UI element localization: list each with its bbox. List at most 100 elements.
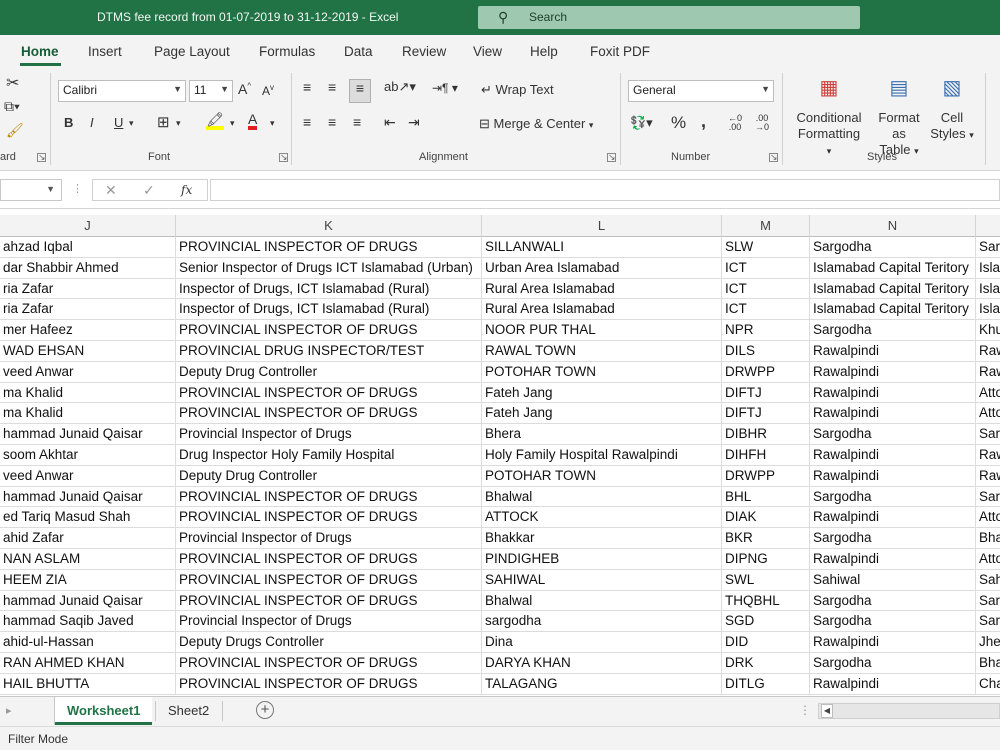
table-cell[interactable]: ATTOCK — [482, 507, 722, 528]
align-left-icon[interactable]: ≡ — [303, 114, 311, 130]
table-cell[interactable]: DARYA KHAN — [482, 653, 722, 673]
column-header-j[interactable]: J — [0, 215, 176, 237]
table-cell[interactable]: hammad Junaid Qaisar — [0, 424, 176, 445]
table-cell[interactable]: Sah — [976, 570, 1000, 590]
table-cell[interactable]: Raw — [976, 466, 1000, 486]
cancel-icon[interactable]: ✕ — [105, 182, 117, 199]
table-cell[interactable]: DIHFH — [722, 445, 810, 465]
table-cell[interactable]: Bhakkar — [482, 528, 722, 549]
table-cell[interactable]: PROVINCIAL INSPECTOR OF DRUGS — [176, 653, 482, 673]
table-cell[interactable]: DITLG — [722, 673, 810, 694]
bold-button[interactable]: B — [64, 115, 73, 130]
column-header-o[interactable] — [976, 215, 1000, 237]
table-cell[interactable]: Isla — [976, 258, 1000, 278]
table-cell[interactable]: RAWAL TOWN — [482, 341, 722, 361]
table-cell[interactable]: Rawalpindi — [810, 341, 976, 361]
table-cell[interactable]: Bhera — [482, 424, 722, 445]
tab-split-grip-icon[interactable]: ⋮ — [799, 703, 811, 717]
table-cell[interactable]: ahid Zafar — [0, 528, 176, 549]
sheet-tab-sheet2[interactable]: Sheet2 — [156, 697, 221, 725]
font-size-select[interactable]: 11 ▼ — [189, 80, 233, 102]
table-cell[interactable]: Raw — [976, 362, 1000, 382]
table-cell[interactable]: PROVINCIAL INSPECTOR OF DRUGS — [176, 382, 482, 403]
table-cell[interactable]: Rawalpindi — [810, 361, 976, 382]
table-cell[interactable]: ICT — [722, 299, 810, 320]
alignment-launcher-icon[interactable]: ↘ — [607, 153, 616, 162]
table-cell[interactable]: TALAGANG — [482, 673, 722, 694]
clipboard-launcher-icon[interactable]: ↘ — [37, 153, 46, 162]
align-center-icon[interactable]: ≡ — [328, 114, 336, 130]
table-cell[interactable]: Sahiwal — [810, 569, 976, 590]
comma-button[interactable]: , — [701, 111, 706, 132]
table-cell[interactable]: Rawalpindi — [810, 673, 976, 694]
table-cell[interactable]: HAIL BHUTTA — [0, 673, 176, 694]
table-cell[interactable]: Holy Family Hospital Rawalpindi — [482, 445, 722, 465]
table-cell[interactable]: dar Shabbir Ahmed — [0, 257, 176, 278]
table-cell[interactable]: ria Zafar — [0, 299, 176, 320]
table-cell[interactable]: hammad Junaid Qaisar — [0, 590, 176, 611]
column-header-n[interactable]: N — [810, 215, 976, 237]
table-cell[interactable]: Sargodha — [810, 528, 976, 549]
merge-center-button[interactable]: ⊟ Merge & Center ▾ — [479, 116, 593, 132]
conditional-formatting-icon[interactable]: ▦ — [814, 75, 844, 101]
number-launcher-icon[interactable]: ↘ — [769, 153, 778, 162]
table-cell[interactable]: Rawalpindi — [810, 445, 976, 465]
table-cell[interactable]: POTOHAR TOWN — [482, 465, 722, 486]
chevron-down-icon[interactable]: ▾ — [176, 118, 181, 129]
table-cell[interactable]: Inspector of Drugs, ICT Islamabad (Rural… — [176, 299, 482, 320]
table-cell[interactable]: veed Anwar — [0, 465, 176, 486]
table-cell[interactable]: Sargodha — [810, 653, 976, 673]
table-cell[interactable]: Sar — [976, 237, 1000, 257]
table-cell[interactable]: Deputy Drug Controller — [176, 361, 482, 382]
table-cell[interactable]: HEEM ZIA — [0, 569, 176, 590]
align-top-icon[interactable]: ≡ — [303, 79, 311, 95]
orientation-icon[interactable]: ab↗▾ — [384, 79, 416, 95]
table-cell[interactable]: ICT — [722, 278, 810, 299]
tab-view[interactable]: View — [473, 44, 502, 59]
table-cell[interactable]: Sargodha — [810, 237, 976, 257]
fill-color-icon[interactable]: 🖍 — [206, 112, 224, 130]
table-cell[interactable]: Khu — [976, 320, 1000, 340]
tab-help[interactable]: Help — [530, 44, 558, 59]
search-box[interactable]: ⚲ Search — [478, 6, 860, 29]
scroll-left-icon[interactable]: ◀ — [821, 704, 833, 718]
conditional-formatting-button[interactable]: Conditional Formatting ▾ — [794, 110, 864, 159]
table-cell[interactable]: PROVINCIAL INSPECTOR OF DRUGS — [176, 590, 482, 611]
table-cell[interactable]: NAN ASLAM — [0, 549, 176, 569]
table-cell[interactable]: Fateh Jang — [482, 403, 722, 424]
table-cell[interactable]: Raw — [976, 341, 1000, 361]
table-cell[interactable]: ahzad Iqbal — [0, 237, 176, 257]
table-cell[interactable]: ma Khalid — [0, 382, 176, 403]
table-cell[interactable]: mer Hafeez — [0, 320, 176, 341]
table-cell[interactable]: Provincial Inspector of Drugs — [176, 611, 482, 632]
chevron-down-icon[interactable]: ▾ — [129, 118, 134, 129]
table-cell[interactable]: Sargodha — [810, 486, 976, 507]
column-header-l[interactable]: L — [482, 215, 722, 237]
table-cell[interactable]: Isla — [976, 299, 1000, 319]
tab-data[interactable]: Data — [344, 44, 373, 59]
table-cell[interactable]: Islamabad Capital Teritory — [810, 299, 976, 320]
table-cell[interactable]: SWL — [722, 569, 810, 590]
table-cell[interactable]: NOOR PUR THAL — [482, 320, 722, 341]
table-cell[interactable]: Deputy Drugs Controller — [176, 632, 482, 653]
table-cell[interactable]: Rawalpindi — [810, 403, 976, 424]
tab-page-layout[interactable]: Page Layout — [154, 44, 230, 59]
table-cell[interactable]: Cha — [976, 674, 1000, 694]
table-cell[interactable]: hammad Junaid Qaisar — [0, 486, 176, 507]
table-cell[interactable]: Bhalwal — [482, 486, 722, 507]
table-cell[interactable]: SAHIWAL — [482, 569, 722, 590]
table-cell[interactable]: DIFTJ — [722, 382, 810, 403]
table-cell[interactable]: NPR — [722, 320, 810, 341]
wrap-text-button[interactable]: ↵ Wrap Text — [481, 82, 554, 98]
table-cell[interactable]: Sar — [976, 487, 1000, 507]
table-cell[interactable]: Atto — [976, 507, 1000, 527]
table-cell[interactable]: Senior Inspector of Drugs ICT Islamabad … — [176, 257, 482, 278]
table-cell[interactable]: DIAK — [722, 507, 810, 528]
cut-icon[interactable]: ✂ — [6, 73, 19, 93]
table-cell[interactable]: veed Anwar — [0, 361, 176, 382]
table-cell[interactable]: SGD — [722, 611, 810, 632]
copy-icon[interactable]: ⧉▾ — [4, 98, 20, 115]
table-cell[interactable]: Sar — [976, 591, 1000, 611]
chevron-down-icon[interactable]: ▾ — [230, 118, 235, 129]
table-cell[interactable]: BHL — [722, 486, 810, 507]
